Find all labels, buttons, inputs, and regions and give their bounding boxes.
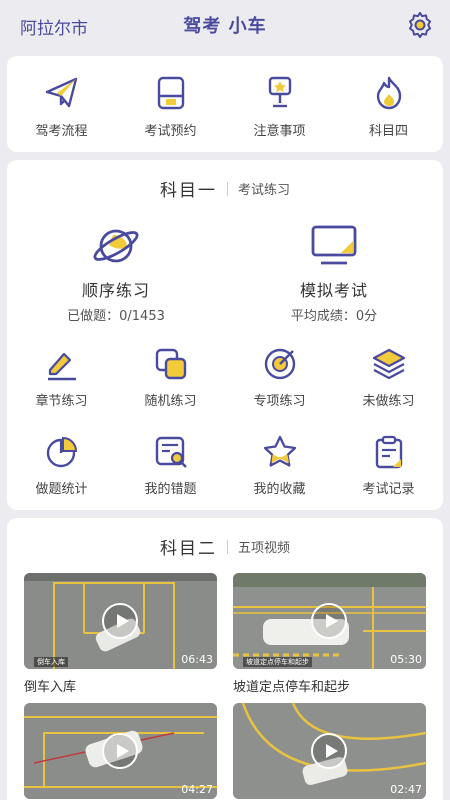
quick-item-label: 考试预约 (144, 124, 197, 139)
questions-done-count: 已做题：0/1453 (67, 309, 165, 324)
random-practice-button[interactable]: 随机练习 (116, 346, 225, 434)
trophy-icon (268, 76, 291, 108)
video-thumbnail[interactable]: 02:47 (233, 703, 426, 799)
video-duration: 05:30 (390, 653, 422, 666)
mock-exam-button[interactable]: 模拟考试 平均成绩：0分 (244, 223, 424, 324)
video-duration: 06:43 (181, 653, 213, 666)
exam-records-button[interactable]: 考试记录 (334, 434, 443, 522)
clipboard-icon (375, 435, 402, 469)
quick-item-notice[interactable]: 注意事项 (230, 74, 330, 139)
grid-item-label: 未做练习 (362, 394, 415, 409)
play-button-icon[interactable] (311, 733, 347, 769)
grid-item-label: 我的收藏 (253, 482, 306, 497)
video-item[interactable]: 02:47 (233, 703, 426, 800)
monitor-icon (311, 225, 357, 265)
stats-button[interactable]: 做题统计 (7, 434, 116, 522)
quick-item-label: 驾考流程 (35, 124, 88, 139)
video-duration: 04:27 (181, 783, 213, 796)
undone-practice-button[interactable]: 未做练习 (334, 346, 443, 434)
document-search-icon (155, 436, 187, 468)
quick-item-label: 注意事项 (253, 124, 306, 139)
subject1-card: 科目一 考试练习 顺序练习 已做题：0/1453 模拟考试 平均成绩：0分 章节… (7, 160, 443, 510)
gear-icon[interactable] (406, 11, 434, 39)
video-duration: 02:47 (390, 783, 422, 796)
grid-item-label: 考试记录 (362, 482, 415, 497)
section-subtitle: 五项视频 (237, 541, 290, 556)
quick-item-label: 科目四 (368, 124, 408, 139)
video-caption: 坡道定点停车和起步 (243, 657, 312, 667)
video-title: 坡道定点停车和起步 (233, 680, 351, 695)
video-thumbnail[interactable]: 04:27 (24, 703, 217, 799)
city-selector[interactable]: 阿拉尔市 (20, 14, 88, 39)
grid-item-label: 章节练习 (35, 394, 88, 409)
video-item[interactable]: 坡道定点停车和起步 05:30 坡道定点停车和起步 (233, 573, 426, 695)
special-practice-button[interactable]: 专项练习 (225, 346, 334, 434)
quick-item-subject4[interactable]: 科目四 (339, 74, 439, 139)
section-title: 科目一 (159, 181, 217, 201)
play-button-icon[interactable] (102, 733, 138, 769)
star-icon (263, 435, 296, 467)
wrong-questions-button[interactable]: 我的错题 (116, 434, 225, 522)
video-thumbnail[interactable]: 倒车入库 06:43 (24, 573, 217, 669)
grid-item-label: 随机练习 (144, 394, 197, 409)
top-bar: 阿拉尔市 驾考 小车 (0, 0, 450, 50)
play-button-icon[interactable] (311, 603, 347, 639)
chapter-practice-button[interactable]: 章节练习 (7, 346, 116, 434)
pie-chart-icon (46, 436, 77, 468)
mock-exam-label: 模拟考试 (299, 281, 368, 300)
video-caption: 倒车入库 (34, 657, 68, 667)
quick-item-appointment[interactable]: 考试预约 (121, 74, 221, 139)
video-item[interactable]: 04:27 (24, 703, 217, 800)
layers-icon (372, 348, 405, 380)
edit-pen-icon (47, 352, 76, 381)
flame-icon (376, 76, 401, 110)
play-button-icon[interactable] (102, 603, 138, 639)
subject2-card: 科目二 五项视频 倒车入库 06:43 倒车入库 坡道定点停车和起步 05:30… (7, 518, 443, 800)
section-header: 科目二 五项视频 (7, 534, 443, 559)
video-title: 倒车入库 (24, 680, 77, 695)
section-header: 科目一 考试练习 (7, 176, 443, 201)
favorites-button[interactable]: 我的收藏 (225, 434, 334, 522)
target-icon (264, 348, 295, 380)
stacked-squares-icon (155, 348, 186, 380)
sequential-practice-label: 顺序练习 (81, 281, 150, 300)
page-title: 驾考 小车 (183, 16, 267, 37)
planet-icon (93, 229, 139, 263)
grid-item-label: 做题统计 (35, 482, 88, 497)
paper-plane-icon (45, 77, 77, 108)
video-thumbnail[interactable]: 坡道定点停车和起步 05:30 (233, 573, 426, 669)
average-score: 平均成绩：0分 (290, 309, 378, 324)
video-item[interactable]: 倒车入库 06:43 倒车入库 (24, 573, 217, 695)
sequential-practice-button[interactable]: 顺序练习 已做题：0/1453 (26, 223, 206, 324)
grid-item-label: 我的错题 (144, 482, 197, 497)
divider (226, 539, 228, 554)
calendar-card-icon (157, 76, 184, 110)
divider (226, 181, 228, 196)
section-subtitle: 考试练习 (237, 183, 290, 198)
section-title: 科目二 (159, 539, 217, 559)
grid-item-label: 专项练习 (253, 394, 306, 409)
quick-item-process[interactable]: 驾考流程 (12, 74, 112, 139)
quick-entry-card: 驾考流程 考试预约 注意事项 科目四 (7, 56, 443, 152)
